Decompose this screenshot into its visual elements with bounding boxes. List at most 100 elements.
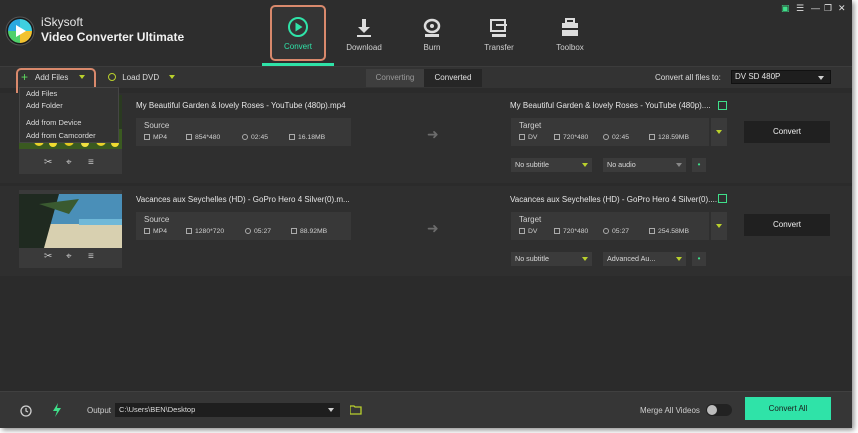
merge-track-icon[interactable]: •: [692, 158, 706, 172]
burn-disc-icon: [423, 18, 441, 37]
audio-select[interactable]: No audio: [603, 158, 686, 172]
target-size: 128.59MB: [649, 134, 689, 141]
target-duration: 02:45: [603, 134, 629, 141]
effects-sliders-icon[interactable]: ≡: [88, 157, 94, 168]
audio-value: Advanced Au...: [607, 254, 656, 263]
audio-select[interactable]: Advanced Au...: [603, 252, 686, 266]
load-dvd-dropdown-icon[interactable]: [169, 75, 176, 79]
chevron-down-icon: [328, 408, 334, 412]
tab-burn-label: Burn: [423, 43, 441, 52]
menu-item-add-from-camcorder[interactable]: Add from Camcorder: [26, 131, 96, 140]
minimize-icon[interactable]: —: [811, 3, 820, 13]
thumbnail-tools: ✂ ⌖ ≡: [19, 251, 122, 267]
output-path-select[interactable]: C:\Users\BEN\Desktop: [115, 403, 340, 417]
add-files-button[interactable]: Add Files: [20, 73, 85, 82]
schedule-alarm-icon[interactable]: [19, 403, 33, 417]
folder-icon: [649, 228, 655, 234]
tab-download[interactable]: Download: [336, 8, 392, 58]
settings-icon[interactable]: ☰: [796, 3, 804, 14]
cut-scissors-icon[interactable]: ✂: [44, 157, 52, 168]
source-size: 16.18MB: [289, 134, 325, 141]
resolution-icon: [554, 134, 560, 140]
load-dvd-button[interactable]: Load DVD: [108, 73, 176, 82]
file-title: Vacances aux Seychelles (HD) - GoPro Her…: [136, 195, 350, 204]
tab-toolbox[interactable]: Toolbox: [542, 8, 598, 58]
output-format-value: DV SD 480P: [735, 72, 781, 81]
subtitle-value: No subtitle: [515, 160, 549, 169]
open-folder-icon[interactable]: [350, 404, 362, 415]
convert-button[interactable]: Convert: [744, 121, 830, 143]
product-name: Video Converter Ultimate: [41, 30, 185, 44]
toolbox-icon: [562, 18, 578, 36]
download-icon: [357, 19, 371, 37]
chevron-down-icon: [582, 257, 588, 261]
clock-icon: [603, 134, 609, 140]
subtitle-select[interactable]: No subtitle: [511, 252, 592, 266]
add-files-dropdown-icon[interactable]: [78, 75, 85, 79]
app-logo-icon: [5, 16, 35, 46]
dvd-icon: [108, 73, 116, 81]
tab-burn[interactable]: Burn: [404, 8, 460, 58]
video-thumbnail-seychelles: [19, 194, 122, 248]
source-info: Source MP4 1280*720 05:27 88.92MB: [136, 212, 351, 240]
convert-all-to-label: Convert all files to:: [655, 73, 721, 82]
target-format-dropdown[interactable]: [711, 118, 727, 146]
folder-icon: [291, 228, 297, 234]
resolution-icon: [186, 228, 192, 234]
target-label: Target: [519, 121, 542, 130]
menu-item-add-from-device[interactable]: Add from Device: [26, 118, 81, 127]
merge-all-videos-toggle[interactable]: [706, 404, 732, 416]
target-file-title: Vacances aux Seychelles (HD) - GoPro Her…: [510, 195, 718, 204]
target-info: Target DV 720*480 05:27 254.58MB: [511, 212, 709, 240]
subtitle-select[interactable]: No subtitle: [511, 158, 592, 172]
chevron-down-icon: [716, 130, 722, 134]
restore-icon[interactable]: ❐: [824, 3, 832, 14]
source-size: 88.92MB: [291, 228, 327, 235]
source-info: Source MP4 854*480 02:45 16.18MB: [136, 118, 351, 146]
target-size: 254.58MB: [649, 228, 689, 235]
edit-output-icon[interactable]: [718, 194, 727, 203]
source-resolution: 854*480: [186, 134, 220, 141]
convert-button[interactable]: Convert: [744, 214, 830, 236]
source-resolution: 1280*720: [186, 228, 224, 235]
menu-item-add-folder[interactable]: Add Folder: [26, 101, 63, 110]
source-duration: 02:45: [242, 134, 268, 141]
tab-converting[interactable]: Converting: [366, 69, 424, 87]
tab-convert[interactable]: Convert: [270, 5, 326, 61]
target-resolution: 720*480: [554, 228, 588, 235]
crop-icon[interactable]: ⌖: [66, 157, 72, 168]
tab-transfer[interactable]: Transfer: [471, 8, 527, 58]
chevron-down-icon: [582, 163, 588, 167]
source-format: MP4: [144, 228, 167, 235]
menu-item-add-files[interactable]: Add Files: [26, 89, 57, 98]
target-format: DV: [519, 228, 537, 235]
target-file-title: My Beautiful Garden & lovely Roses - You…: [510, 101, 711, 110]
gift-icon[interactable]: ▣: [781, 3, 790, 14]
folder-icon: [649, 134, 655, 140]
resolution-icon: [186, 134, 192, 140]
crop-icon[interactable]: ⌖: [66, 251, 72, 262]
cut-scissors-icon[interactable]: ✂: [44, 251, 52, 262]
merge-track-icon[interactable]: •: [692, 252, 706, 266]
format-icon: [519, 134, 525, 140]
brand-name: iSkysoft: [41, 15, 84, 29]
convert-all-button[interactable]: Convert All: [745, 397, 831, 420]
tab-converted[interactable]: Converted: [424, 69, 482, 87]
effects-sliders-icon[interactable]: ≡: [88, 251, 94, 262]
audio-value: No audio: [607, 160, 636, 169]
clock-icon: [245, 228, 251, 234]
output-format-select[interactable]: DV SD 480P: [731, 70, 831, 84]
merge-all-videos-label: Merge All Videos: [640, 406, 700, 415]
tab-download-label: Download: [346, 43, 382, 52]
target-duration: 05:27: [603, 228, 629, 235]
source-duration: 05:27: [245, 228, 271, 235]
high-speed-lightning-icon[interactable]: [52, 403, 62, 417]
target-format-dropdown[interactable]: [711, 212, 727, 240]
format-icon: [144, 134, 150, 140]
chevron-down-icon: [818, 76, 824, 80]
close-icon[interactable]: ✕: [838, 3, 846, 14]
clock-icon: [603, 228, 609, 234]
edit-output-icon[interactable]: [718, 101, 727, 110]
add-files-menu: Add Files Add Folder Add from Device Add…: [19, 87, 119, 143]
target-label: Target: [519, 215, 542, 224]
